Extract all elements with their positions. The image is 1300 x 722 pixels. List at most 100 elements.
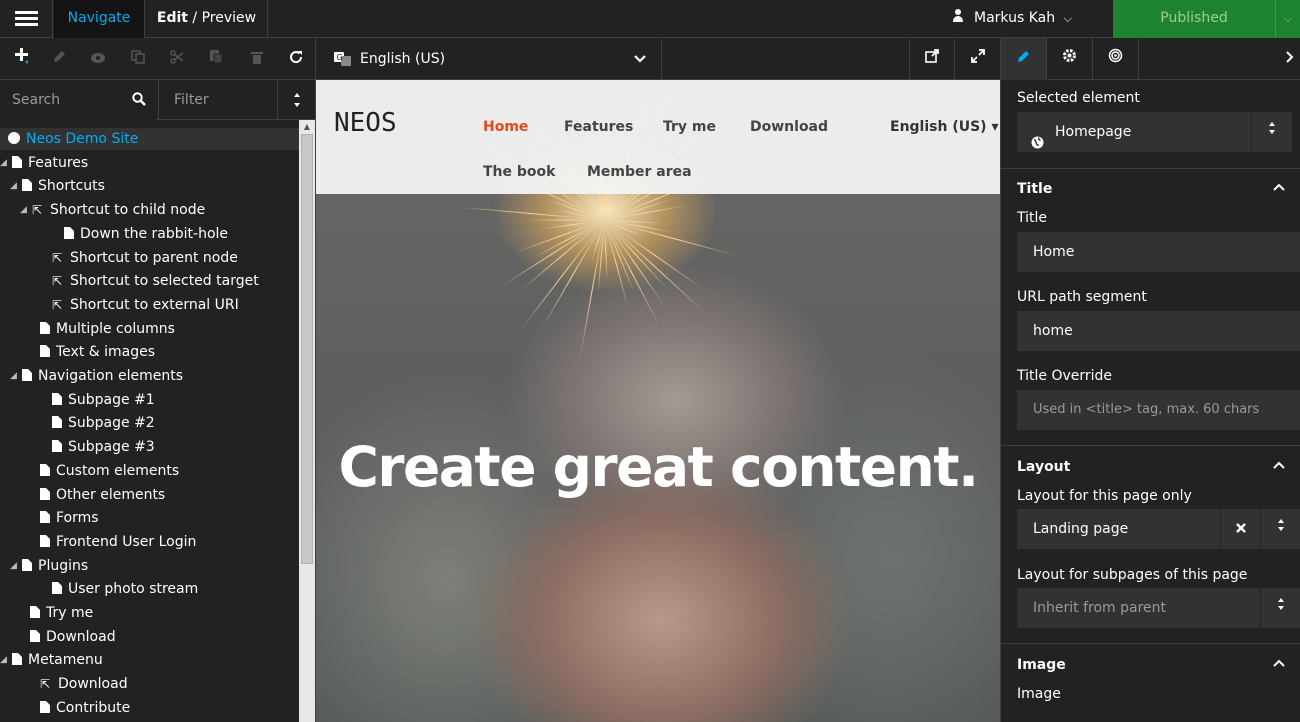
search-icon[interactable] (132, 92, 146, 106)
collapse-caret-icon[interactable]: ◢ (10, 365, 22, 387)
tree-node-label: Contribute (56, 699, 131, 716)
tree-node[interactable]: Down the rabbit-hole (52, 223, 228, 245)
tab-edit-preview[interactable]: Edit / Preview (146, 0, 268, 38)
tab-seo-target[interactable] (1093, 38, 1139, 80)
tree-node[interactable]: ⇱ Download (28, 673, 128, 695)
site-nav-download[interactable]: Download (750, 119, 828, 135)
tree-node-label: Neos Demo Site (26, 131, 139, 147)
cut-scissors-icon[interactable] (157, 38, 196, 80)
tab-settings[interactable] (1047, 38, 1093, 80)
title-input[interactable]: Home (1017, 232, 1300, 272)
tree-node[interactable]: ◢ Features (0, 152, 88, 174)
tree-node[interactable]: ◢ Metamenu (0, 649, 103, 671)
tree-node-label: Shortcut to external URI (70, 296, 239, 313)
page-icon (52, 416, 62, 429)
dimension-selector[interactable]: G English (US) (316, 38, 662, 80)
tree-node[interactable]: Multiple columns (28, 318, 175, 340)
page-layout-select[interactable]: Landing page (1017, 509, 1300, 549)
edit-pencil-icon[interactable] (39, 38, 78, 80)
page-icon (30, 629, 40, 642)
tree-node[interactable]: Contribute (28, 697, 130, 719)
collapse-inspector-button[interactable] (1280, 38, 1300, 80)
page-icon (22, 369, 32, 381)
site-logo[interactable]: NEOS (334, 108, 397, 138)
inspector-panel: Selected element Homepage Title Title Ho… (1000, 38, 1300, 722)
site-language-menu[interactable]: English (US) ▾ (890, 119, 998, 135)
hide-eye-icon[interactable] (78, 38, 117, 80)
scroll-up-arrow-icon[interactable]: ▲ (302, 122, 312, 132)
refresh-icon[interactable] (276, 38, 315, 80)
add-node-icon[interactable] (2, 38, 41, 80)
filter-select-arrows-icon[interactable] (279, 80, 315, 120)
tree-node[interactable]: Subpage #3 (40, 436, 155, 458)
hero-headline[interactable]: Create great content. (316, 435, 1000, 499)
node-type-filter[interactable]: Filter (158, 80, 278, 120)
site-nav-home[interactable]: Home (483, 119, 528, 135)
collapse-caret-icon[interactable]: ◢ (10, 555, 22, 577)
paste-icon[interactable] (196, 38, 235, 80)
tab-content-properties[interactable] (1001, 38, 1047, 80)
page-layout-value: Landing page (1033, 521, 1129, 537)
chevron-up-icon[interactable] (1273, 656, 1285, 670)
chevron-up-icon[interactable] (1273, 180, 1285, 194)
user-menu[interactable]: Markus Kah ⌵ (952, 0, 1072, 38)
tree-scrollbar[interactable]: ▲ (299, 120, 315, 722)
inspector-tabs (1001, 38, 1300, 80)
collapse-caret-icon[interactable]: ◢ (0, 152, 12, 174)
tree-node[interactable]: ⇱ Shortcut to parent node (40, 247, 238, 269)
collapse-caret-icon[interactable]: ◢ (20, 199, 32, 221)
tree-root-node[interactable]: Neos Demo Site (0, 128, 299, 150)
menu-toggle-button[interactable] (0, 0, 53, 38)
tree-node[interactable]: Subpage #1 (40, 389, 155, 411)
tree-node[interactable]: ⇱ Shortcut to external URI (40, 294, 239, 316)
tree-node[interactable]: Other elements (28, 484, 165, 506)
shortcut-icon: ⇱ (52, 297, 63, 312)
tab-navigate[interactable]: Navigate (54, 0, 145, 38)
tree-search-row: Filter (0, 80, 315, 120)
site-nav-features[interactable]: Features (564, 119, 633, 135)
tree-node[interactable]: Text & images (28, 341, 155, 363)
layout-section-header[interactable]: Layout (1017, 459, 1070, 475)
tree-node[interactable]: ◢ ⇱ Shortcut to child node (20, 199, 205, 221)
tree-node[interactable]: Forms (28, 507, 99, 529)
tree-node[interactable]: ◢ Plugins (10, 555, 88, 577)
collapse-caret-icon[interactable]: ◢ (10, 175, 22, 197)
open-preview-button[interactable] (909, 38, 954, 80)
delete-trash-icon[interactable] (237, 38, 276, 80)
tree-node[interactable]: Frontend User Login (28, 531, 196, 553)
title-override-input[interactable]: Used in <title> tag, max. 60 chars (1017, 390, 1300, 430)
copy-icon[interactable] (118, 38, 157, 80)
tree-node[interactable]: User photo stream (40, 578, 198, 600)
selected-element-select[interactable]: Homepage (1017, 112, 1292, 152)
select-arrows-icon[interactable] (1251, 112, 1291, 152)
select-arrows-icon[interactable] (1260, 588, 1300, 628)
shortcut-icon: ⇱ (32, 203, 43, 218)
select-arrows-icon[interactable] (1260, 509, 1300, 549)
tree-node[interactable]: Try me (18, 602, 93, 624)
site-nav-member-area[interactable]: Member area (587, 164, 692, 180)
url-path-input[interactable]: home (1017, 311, 1300, 351)
image-section-header[interactable]: Image (1017, 657, 1066, 673)
publish-dropdown-button[interactable]: ⌵ (1275, 0, 1300, 38)
tree-node[interactable]: Download (18, 626, 116, 648)
site-nav-try-me[interactable]: Try me (663, 119, 716, 135)
publish-button[interactable]: Published (1113, 0, 1275, 38)
language-translate-icon: G (334, 52, 352, 66)
website-preview[interactable]: NEOS Home Features Try me Download The b… (316, 80, 1000, 722)
tree-node[interactable]: Custom elements (28, 460, 179, 482)
title-section-header[interactable]: Title (1017, 181, 1052, 197)
tree-node[interactable]: ⇱ Shortcut to selected target (40, 270, 259, 292)
tree-node[interactable]: Subpage #2 (40, 412, 155, 434)
clear-x-icon[interactable] (1220, 509, 1260, 549)
dimension-label: English (US) (360, 51, 446, 67)
collapse-caret-icon[interactable]: ◢ (0, 649, 12, 671)
tree-node-label: Subpage #3 (68, 439, 155, 456)
tree-node[interactable]: ◢ Navigation elements (10, 365, 183, 387)
page-icon (40, 345, 50, 358)
chevron-up-icon[interactable] (1273, 458, 1285, 472)
scrollbar-thumb[interactable] (301, 134, 313, 564)
tree-node[interactable]: ◢ Shortcuts (10, 175, 105, 197)
subpages-layout-select[interactable]: Inherit from parent (1017, 588, 1300, 628)
fullscreen-button[interactable] (954, 38, 1000, 80)
site-nav-the-book[interactable]: The book (483, 164, 555, 180)
